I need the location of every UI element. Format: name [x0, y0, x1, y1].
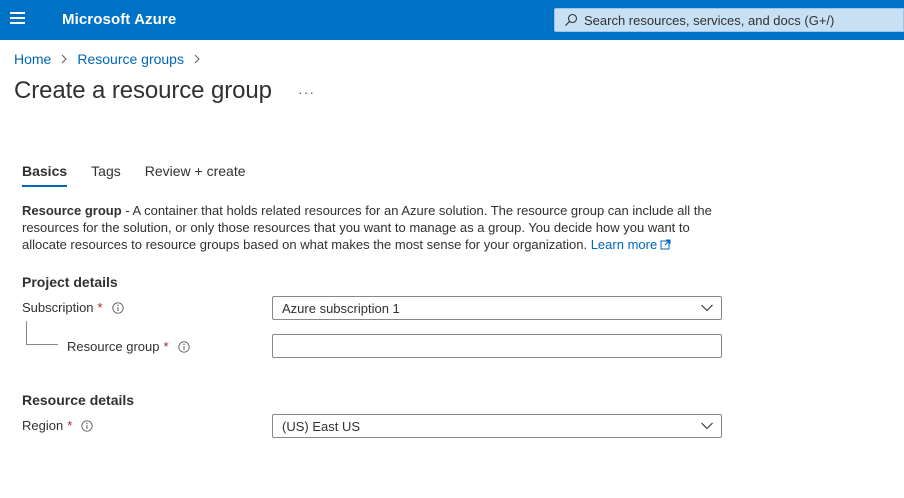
subscription-value: Azure subscription 1 [282, 301, 400, 316]
search-icon [565, 13, 578, 26]
info-icon[interactable] [177, 340, 190, 353]
search-input[interactable]: Search resources, services, and docs (G+… [554, 8, 904, 32]
page-title: Create a resource group [14, 77, 272, 104]
resource-details-heading: Resource details [22, 392, 135, 408]
tab-review-create[interactable]: Review + create [145, 163, 246, 187]
project-details-heading: Project details [22, 274, 118, 290]
chevron-right-icon [62, 54, 68, 64]
required-marker: * [163, 339, 169, 354]
required-marker: * [97, 300, 103, 315]
subscription-label: Subscription * [22, 300, 124, 315]
more-options-button[interactable]: ··· [298, 84, 315, 100]
description-term: Resource group [22, 203, 122, 218]
tree-connector [26, 344, 58, 345]
external-link-icon [660, 239, 671, 250]
breadcrumb: Home Resource groups [14, 51, 210, 67]
resource-group-input[interactable] [272, 334, 722, 358]
resource-group-label-text: Resource group [67, 339, 160, 354]
brand-title[interactable]: Microsoft Azure [62, 11, 176, 28]
chevron-down-icon [701, 422, 713, 430]
region-select[interactable]: (US) East US [272, 414, 722, 438]
required-marker: * [67, 418, 73, 433]
tab-bar: Basics Tags Review + create [22, 163, 270, 187]
description: Resource group - A container that holds … [22, 202, 722, 253]
info-icon[interactable] [81, 419, 93, 432]
subscription-label-text: Subscription [22, 300, 94, 315]
region-label: Region * [22, 418, 93, 433]
top-bar: Microsoft Azure Search resources, servic… [0, 0, 904, 40]
resource-group-label: Resource group * [67, 339, 190, 354]
search-placeholder: Search resources, services, and docs (G+… [584, 13, 835, 28]
region-value: (US) East US [282, 419, 361, 434]
info-icon[interactable] [111, 301, 124, 314]
subscription-select[interactable]: Azure subscription 1 [272, 296, 722, 320]
learn-more-link[interactable]: Learn more [591, 237, 671, 252]
tab-basics[interactable]: Basics [22, 163, 68, 187]
tree-connector [26, 321, 27, 345]
chevron-down-icon [701, 304, 713, 312]
region-label-text: Region [22, 418, 64, 433]
menu-icon[interactable] [10, 12, 26, 28]
tab-tags[interactable]: Tags [91, 163, 121, 187]
chevron-right-icon [194, 54, 200, 64]
breadcrumb-home[interactable]: Home [14, 51, 51, 67]
breadcrumb-resource-groups[interactable]: Resource groups [77, 51, 184, 67]
